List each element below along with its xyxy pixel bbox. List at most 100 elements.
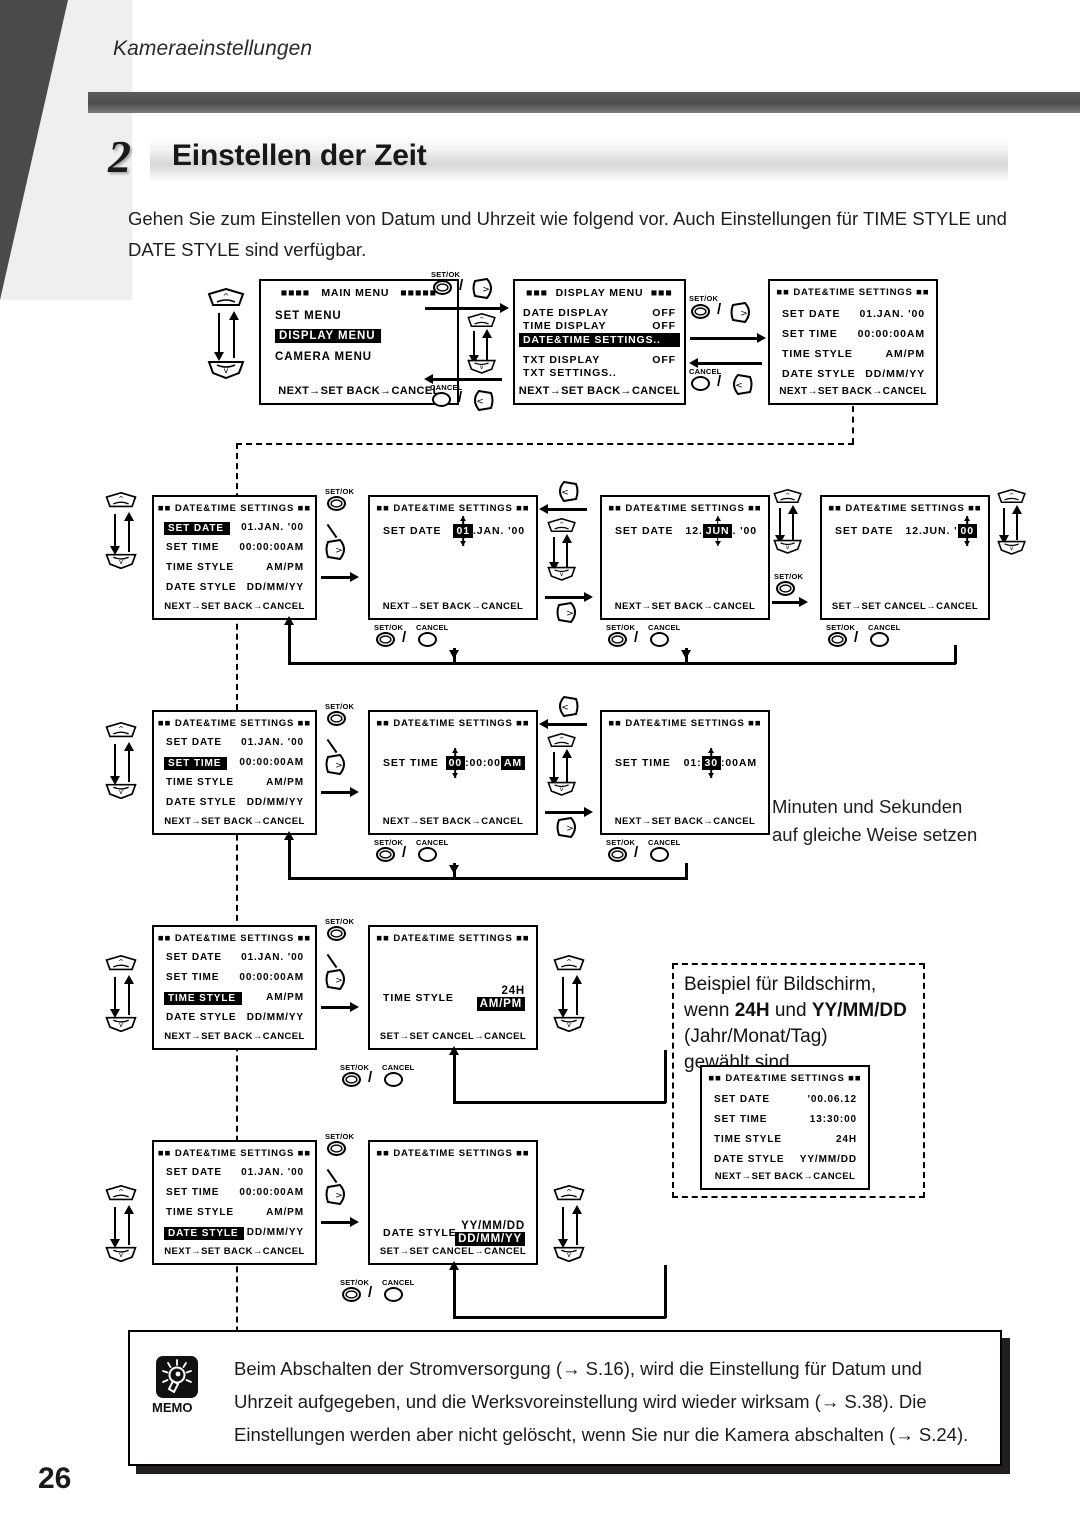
menu-item-camera-menu[interactable]: CAMERA MENU [261,351,457,363]
svg-text:>: > [335,546,343,556]
down-key-r5[interactable]: v [104,1246,138,1263]
edit-cursor-field[interactable]: 00 [445,756,466,770]
flow-arrow-shaft [425,307,503,310]
up-key-r3[interactable]: ^ [104,722,138,738]
lcd-edit-date-day: ■■ DATE&TIME SETTINGS ■■ SET DATE 01 .JAN… [368,495,538,620]
cancel-button[interactable] [691,376,710,391]
edit-cursor-field[interactable]: 00 [957,524,977,538]
return-arrow-head [449,650,459,659]
cancel-button[interactable] [418,632,437,647]
set-ok-button[interactable] [342,1072,361,1087]
row-value: 01.JAN. '00 [241,952,304,963]
right-key-button[interactable]: > [324,1183,349,1206]
down-key-r2[interactable]: v [104,553,138,570]
up-key-r4b[interactable]: ^ [552,955,586,971]
menu-row-datetime-settings[interactable]: DATE&TIME SETTINGS.. [515,333,684,347]
set-ok-label: SET/OK [374,623,404,632]
left-key-button[interactable]: < [470,389,495,412]
right-key-button[interactable]: > [729,301,754,324]
right-key-button[interactable]: > [324,538,349,561]
cancel-button[interactable] [870,632,889,647]
set-ok-button[interactable] [327,711,346,726]
return-path [453,1101,666,1104]
edit-cursor-field[interactable]: JUN [702,524,733,538]
right-key-button[interactable]: > [555,816,580,839]
option-ampm-selected[interactable]: AM/PM [476,997,525,1011]
up-key-display-menu[interactable]: ^ [466,313,497,328]
option-ddmmyy-selected[interactable]: DD/MM/YY [455,1232,525,1246]
title-blocks-right: ■■■ [650,287,673,299]
svg-text:>: > [482,285,490,295]
left-key-button[interactable]: < [555,695,580,718]
cancel-button[interactable] [432,392,451,407]
edit-cursor-field[interactable]: 01 [453,524,473,538]
down-key-main-menu[interactable]: v [206,360,246,379]
right-key-button[interactable]: > [324,753,349,776]
down-key-r3[interactable]: v [104,783,138,800]
down-key-r2b[interactable]: v [546,566,577,581]
set-ok-button[interactable] [327,926,346,941]
lcd-footer: NEXT→SET BACK→CANCEL [278,385,440,397]
time-style-options[interactable]: 24H AM/PM [476,985,525,1011]
up-key-r5b[interactable]: ^ [552,1185,586,1201]
set-ok-button[interactable] [608,847,627,862]
down-key-r4[interactable]: v [104,1016,138,1033]
svg-text:v: v [786,544,790,551]
date-style-options[interactable]: YY/MM/DD DD/MM/YY [455,1220,525,1246]
right-key-button[interactable]: > [324,968,349,991]
return-path [664,1050,667,1103]
cancel-button[interactable] [384,1072,403,1087]
up-key-main-menu[interactable]: ^ [206,288,246,307]
set-ok-button[interactable] [376,847,395,862]
up-key-r4[interactable]: ^ [104,955,138,971]
title-blocks-left: ■■■ [526,287,549,299]
set-ok-button[interactable] [828,632,847,647]
row-label: TXT DISPLAY [523,354,601,366]
right-key-button[interactable]: > [555,601,580,624]
set-ok-button[interactable] [327,1141,346,1156]
back-arrow-shaft [545,508,587,511]
up-key-r2d[interactable]: ^ [996,489,1027,504]
cancel-button[interactable] [418,847,437,862]
lcd-footer: NEXT→SET BACK→CANCEL [164,816,305,827]
slash-separator: / [458,389,463,406]
menu-item-label-selected: DISPLAY MENU [275,329,382,343]
row-value-editing: 01: 30:00AM [684,748,757,778]
down-key-display-menu[interactable]: v [466,359,497,374]
cancel-label: CANCEL [416,838,449,847]
up-key-r5[interactable]: ^ [104,1185,138,1201]
set-ok-button[interactable] [376,632,395,647]
row-value: 01.JAN. '00 [241,1167,304,1178]
set-ok-button[interactable] [608,632,627,647]
edit-cursor-field[interactable]: 30 [701,756,721,770]
down-key-r2d[interactable]: v [996,540,1027,555]
arrow-up-head [788,505,798,514]
set-ok-button[interactable] [327,496,346,511]
menu-item-label: CAMERA MENU [275,351,372,363]
arrow-down-shaft [114,514,116,549]
menu-item-display-menu[interactable]: DISPLAY MENU [261,329,457,343]
left-key-button[interactable]: < [555,480,580,503]
down-key-r3b[interactable]: v [546,781,577,796]
down-key-r4b[interactable]: v [552,1016,586,1033]
cancel-button[interactable] [650,632,669,647]
set-ok-button[interactable] [433,280,452,295]
right-key-button[interactable]: > [471,277,496,300]
row-value: DD/MM/YY [246,582,304,593]
set-ok-button[interactable] [342,1287,361,1302]
cancel-button[interactable] [650,847,669,862]
up-key-r2[interactable]: ^ [104,492,138,508]
lcd-footer: SET→SET CANCEL→CANCEL [379,1031,527,1042]
up-key-r2b[interactable]: ^ [546,518,577,533]
memo-label: MEMO [152,1400,193,1415]
up-key-r3b[interactable]: ^ [546,733,577,748]
cancel-button[interactable] [384,1287,403,1302]
down-key-r5b[interactable]: v [552,1246,586,1263]
set-ok-button[interactable] [776,581,795,596]
down-key-r2c[interactable]: v [772,539,803,554]
up-key-r2c[interactable]: ^ [772,489,803,504]
menu-item-set-menu[interactable]: SET MENU [261,310,457,322]
set-ok-label: SET/OK [325,1132,355,1141]
left-key-button[interactable]: < [729,373,754,396]
set-ok-button[interactable] [691,304,710,319]
